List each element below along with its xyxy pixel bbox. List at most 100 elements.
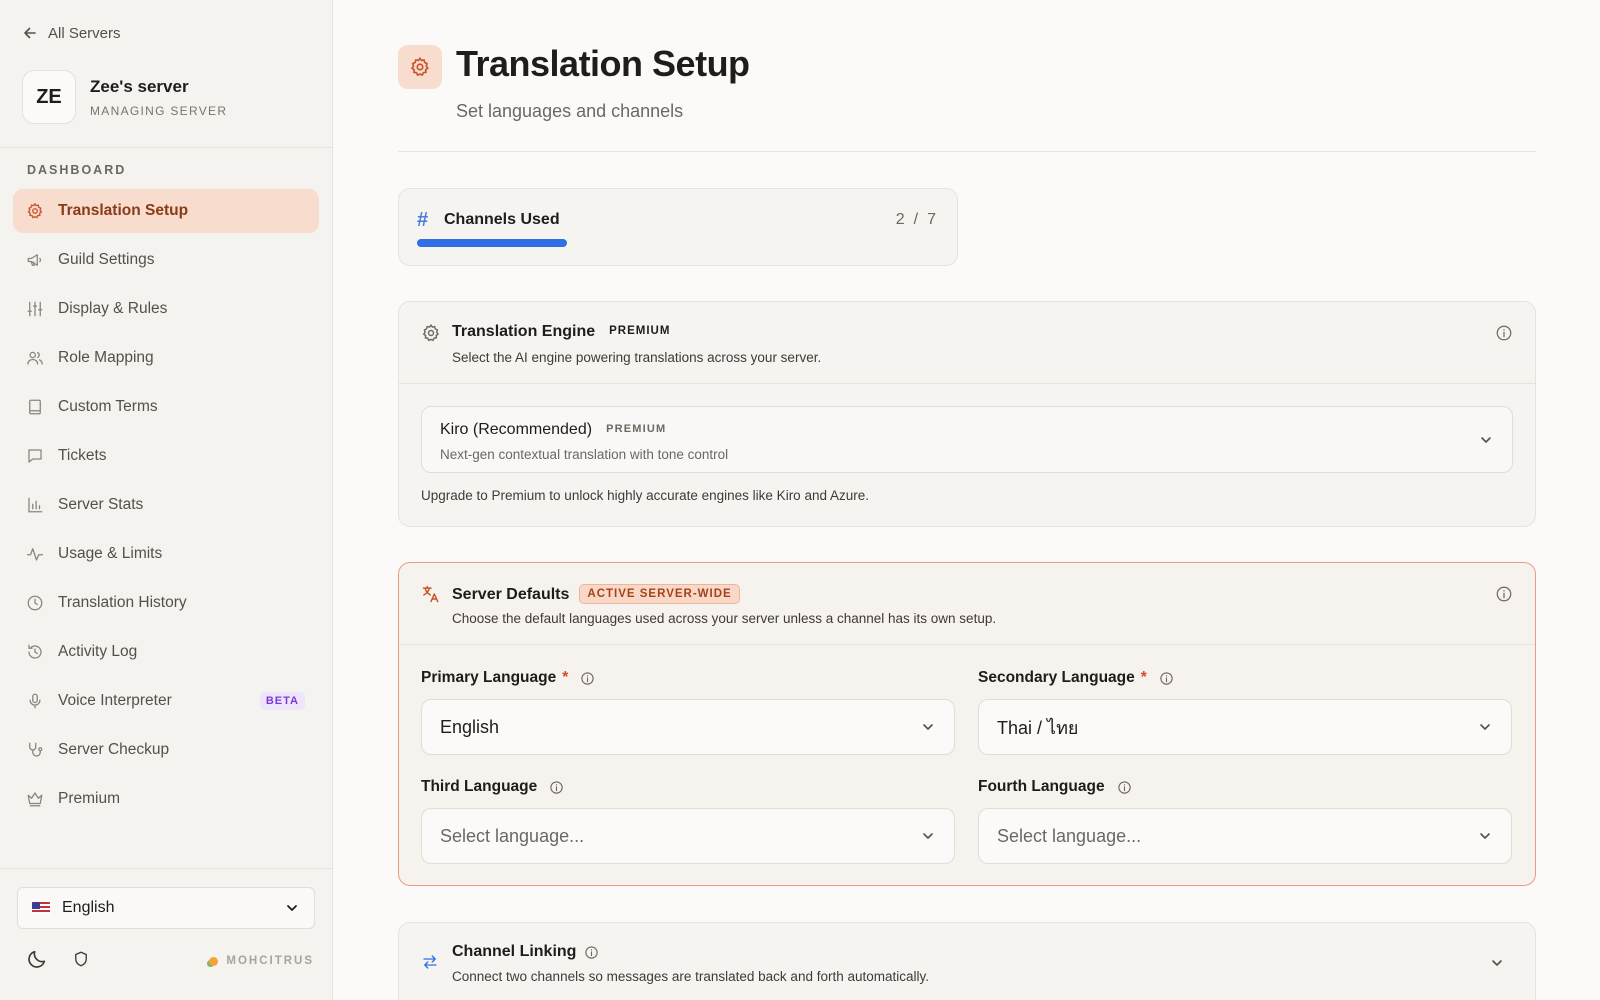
sidebar-item-label: Usage & Limits [58,545,163,562]
secondary-language-value: Thai / ไทย [997,717,1079,738]
secondary-language-label: Secondary Language * [978,669,1174,687]
moon-icon[interactable] [26,948,48,970]
sidebar-item-guild-settings[interactable]: Guild Settings [13,238,319,282]
sidebar-item-translation-setup[interactable]: Translation Setup [13,189,319,233]
channel-linking-description: Connect two channels so messages are tra… [452,969,930,984]
server-defaults-card: Server Defaults ACTIVE SERVER-WIDE Choose… [398,562,1536,886]
brand-name: MOHCITRUS [226,955,314,967]
history-icon [28,644,42,659]
stethoscope-icon [29,742,43,757]
clock-icon [27,595,43,611]
server-avatar: ZE [22,70,76,124]
sliders-icon [27,301,43,317]
info-icon[interactable] [549,780,564,795]
secondary-language-select[interactable]: Thai / ไทย [978,699,1512,755]
language-select[interactable]: English [17,887,315,929]
chevron-down-icon[interactable] [1489,955,1505,971]
chevron-down-icon [923,724,933,730]
sidebar-item-label: Server Checkup [58,741,170,758]
channels-used-title: Channels Used [444,211,560,228]
sidebar-item-server-checkup[interactable]: Server Checkup [13,728,319,772]
sidebar-nav: Translation Setup Guild Settings Display… [13,189,319,826]
sidebar-item-voice-interpreter[interactable]: Voice Interpreter BETA [13,679,319,723]
engine-premium-tag: PREMIUM [606,423,667,435]
info-icon[interactable] [580,671,595,686]
crown-icon [27,792,43,807]
sidebar-divider [0,147,333,148]
sidebar-item-premium[interactable]: Premium [13,777,319,821]
info-icon[interactable] [1495,585,1513,603]
channels-used-card: # Channels Used 2 / 7 [398,188,958,266]
fourth-language-label-text: Fourth Language [978,778,1105,795]
channels-total-value: 7 [927,211,939,228]
channel-linking-title-text: Channel Linking [452,943,577,960]
sidebar-item-server-stats[interactable]: Server Stats [13,483,319,527]
arrow-left-icon [24,27,36,39]
chevron-down-icon [923,833,933,839]
sidebar-item-custom-terms[interactable]: Custom Terms [13,385,319,429]
megaphone-icon [27,254,42,266]
shield-icon[interactable] [72,950,90,968]
sidebar-item-usage-limits[interactable]: Usage & Limits [13,532,319,576]
channels-used-count: 2 / 7 [896,211,939,229]
sidebar-item-label: Translation History [58,594,187,611]
sidebar-item-label: Server Stats [58,496,144,513]
book-icon [29,399,41,415]
swap-arrows-icon [423,955,437,969]
page-icon [398,45,442,89]
engine-select[interactable]: Kiro (Recommended) PREMIUM Next-gen conte… [421,406,1513,473]
server-card: ZE Zee's server MANAGING SERVER [22,70,227,124]
fourth-language-placeholder: Select language... [997,825,1142,846]
chevron-down-icon [1480,724,1490,730]
microphone-icon [29,693,41,709]
sidebar-item-tickets[interactable]: Tickets [13,434,319,478]
sidebar-item-translation-history[interactable]: Translation History [13,581,319,625]
primary-language-label-text: Primary Language [421,669,557,686]
engine-name: Kiro (Recommended) [440,421,593,438]
server-defaults-title: Server Defaults ACTIVE SERVER-WIDE [452,584,740,604]
sidebar-item-label: Translation Setup [58,202,189,219]
sidebar-item-display-rules[interactable]: Display & Rules [13,287,319,331]
server-defaults-title-text: Server Defaults [452,586,570,603]
fourth-language-select[interactable]: Select language... [978,808,1512,864]
gear-icon [410,56,429,77]
channels-used-value: 2 [895,211,908,228]
server-name: Zee's server [90,76,189,96]
gear-icon [27,202,43,219]
sidebar-item-label: Custom Terms [58,398,158,415]
main-content: Translation Setup Set languages and chan… [334,0,1600,1000]
sidebar-item-activity-log[interactable]: Activity Log [13,630,319,674]
sidebar-divider [0,868,333,869]
chevron-down-icon [287,905,297,911]
activity-icon [26,548,44,561]
info-icon[interactable] [1117,780,1132,795]
third-language-select[interactable]: Select language... [421,808,955,864]
sidebar: All Servers ZE Zee's server MANAGING SER… [0,0,333,1000]
primary-language-select[interactable]: English [421,699,955,755]
translation-engine-card: Translation Engine PREMIUM Select the AI … [398,301,1536,527]
sidebar-item-role-mapping[interactable]: Role Mapping [13,336,319,380]
all-servers-link[interactable]: All Servers [22,22,121,44]
premium-tag: PREMIUM [609,325,671,337]
sidebar-item-label: Premium [58,790,121,807]
sidebar-item-label: Role Mapping [58,349,154,366]
third-language-placeholder: Select language... [440,825,585,846]
info-icon[interactable] [1495,324,1513,342]
info-icon[interactable] [1159,671,1174,686]
info-icon[interactable] [584,945,599,960]
chevron-down-icon [1480,833,1490,839]
all-servers-label: All Servers [48,24,121,42]
users-icon [27,351,43,365]
language-select-value: English [62,899,115,916]
citrus-icon [209,956,219,966]
engine-description: Next-gen contextual translation with ton… [440,447,729,462]
gear-icon [422,323,440,342]
required-marker: * [1140,669,1147,686]
sidebar-item-label: Guild Settings [58,251,155,268]
section-label-dashboard: DASHBOARD [27,163,127,177]
channel-linking-card[interactable]: Channel Linking Connect two channels so … [398,922,1536,1000]
required-marker: * [562,669,569,686]
engine-select-value: Kiro (Recommended) PREMIUM [440,421,666,439]
translation-engine-header: Translation Engine PREMIUM Select the AI … [399,302,1535,384]
chat-icon [28,449,42,463]
